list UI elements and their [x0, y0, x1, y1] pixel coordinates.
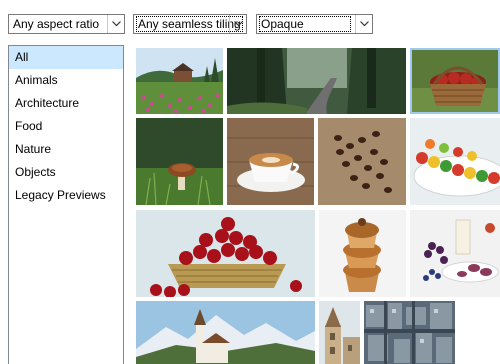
category-item-animals[interactable]: Animals [9, 69, 123, 92]
category-item-legacy-previews[interactable]: Legacy Previews [9, 184, 123, 207]
category-label: All [15, 50, 29, 64]
chevron-down-icon[interactable] [107, 15, 124, 33]
thumbnail-coffee-beans[interactable] [318, 118, 406, 205]
category-list[interactable]: All Animals Architecture Food Nature Obj… [8, 45, 124, 364]
thumbnail-mushroom[interactable] [136, 118, 223, 205]
category-item-architecture[interactable]: Architecture [9, 92, 123, 115]
seamless-tiling-value: Any seamless tiling [136, 16, 243, 32]
category-label: Objects [15, 165, 56, 179]
thumbnail-muffin-stack[interactable] [319, 210, 406, 297]
category-label: Nature [15, 142, 52, 156]
image-gallery[interactable] [133, 45, 500, 364]
category-item-food[interactable]: Food [9, 115, 123, 138]
thumbnail-breakfast-table[interactable] [410, 210, 500, 297]
category-label: Architecture [15, 96, 80, 110]
chevron-down-icon[interactable] [355, 15, 372, 33]
thumbnail-alpine-church[interactable] [136, 301, 315, 364]
thumbnail-cherry-basket[interactable] [136, 210, 315, 297]
category-label: Food [15, 119, 43, 133]
thumbnail-city-aerial[interactable] [364, 301, 455, 364]
thumbnail-latte-cup[interactable] [227, 118, 314, 205]
category-item-objects[interactable]: Objects [9, 161, 123, 184]
chevron-down-icon[interactable] [229, 15, 246, 33]
thumbnail-meadow-farmhouse[interactable] [136, 48, 223, 114]
thumbnail-apple-basket[interactable] [410, 48, 500, 114]
category-label: Animals [15, 73, 58, 87]
thumbnail-forest-road[interactable] [227, 48, 406, 114]
seamless-tiling-dropdown[interactable]: Any seamless tiling [133, 14, 247, 34]
opacity-value: Opaque [259, 16, 351, 32]
category-item-nature[interactable]: Nature [9, 138, 123, 161]
aspect-ratio-dropdown[interactable]: Any aspect ratio [8, 14, 125, 34]
category-item-all[interactable]: All [9, 46, 123, 69]
thumbnail-church-tower[interactable] [319, 301, 360, 364]
aspect-ratio-value: Any aspect ratio [13, 17, 100, 31]
category-label: Legacy Previews [15, 188, 106, 202]
thumbnail-vegetable-skewers[interactable] [410, 118, 500, 205]
opacity-dropdown[interactable]: Opaque [256, 14, 373, 34]
